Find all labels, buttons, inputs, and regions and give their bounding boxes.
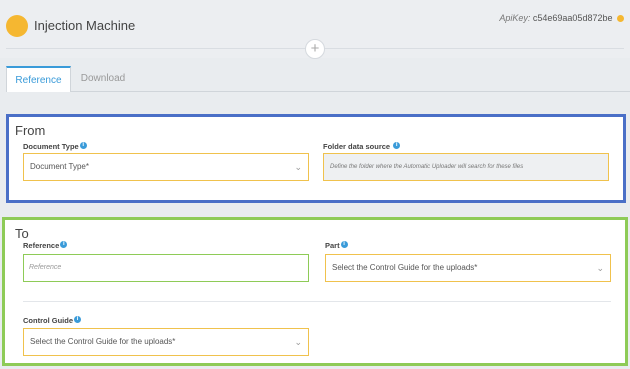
machine-title: Injection Machine [34, 18, 136, 33]
part-label-text: Part [325, 241, 340, 250]
to-section: To Reference i Reference Part i Select the… [2, 217, 628, 366]
info-icon[interactable]: i [340, 241, 348, 248]
control-guide-select[interactable]: Select the Control Guide for the uploads… [23, 328, 309, 356]
reference-placeholder: Reference [29, 264, 62, 271]
chevron-down-icon: ⌄ [294, 162, 302, 172]
reference-input[interactable]: Reference [23, 254, 309, 282]
chevron-down-icon: ⌄ [596, 263, 604, 273]
tab-download[interactable]: Download [72, 66, 134, 92]
document-type-select[interactable]: Document Type* ⌄ [23, 153, 309, 181]
folder-source-label-text: Folder data source [323, 142, 391, 151]
apikey-value: c54e69aa05d872be [532, 13, 613, 23]
part-select[interactable]: Select the Control Guide for the uploads… [325, 254, 611, 282]
control-guide-value: Select the Control Guide for the uploads… [30, 337, 176, 346]
tab-reference[interactable]: Reference [6, 66, 71, 92]
info-icon[interactable]: i [60, 241, 68, 248]
header-bar: Injection Machine ApiKey: c54e69aa05d872… [0, 0, 630, 59]
folder-source-input[interactable]: Define the folder where the Automatic Up… [323, 153, 609, 181]
folder-source-label: Folder data source i [323, 142, 401, 151]
apikey-label: ApiKey: [499, 13, 531, 23]
tabs-underline [70, 91, 630, 92]
info-icon[interactable]: i [393, 142, 401, 149]
add-button[interactable]: + [305, 39, 325, 59]
reference-label-text: Reference [23, 241, 60, 250]
from-title: From [15, 123, 46, 138]
reference-label: Reference i [23, 241, 68, 250]
control-guide-label-text: Control Guide [23, 316, 73, 325]
info-icon[interactable]: i [79, 142, 87, 149]
control-guide-label: Control Guide i [23, 316, 81, 325]
apikey-info-icon[interactable] [617, 15, 624, 23]
info-icon[interactable]: i [74, 316, 81, 323]
from-section: From Document Type i Document Type* ⌄ Fol… [6, 114, 626, 203]
tab-bar: Reference Download [0, 66, 630, 92]
folder-source-placeholder: Define the folder where the Automatic Up… [330, 164, 524, 170]
part-value: Select the Control Guide for the uploads… [332, 263, 478, 272]
part-label: Part i [325, 241, 348, 250]
document-type-label: Document Type i [23, 142, 87, 151]
document-type-label-text: Document Type [23, 142, 79, 151]
field-separator [23, 301, 611, 302]
machine-status-icon [6, 15, 28, 37]
apikey-display: ApiKey: c54e69aa05d872be [499, 13, 624, 23]
document-type-value: Document Type* [30, 162, 89, 171]
to-title: To [15, 226, 29, 241]
chevron-down-icon: ⌄ [294, 337, 302, 347]
